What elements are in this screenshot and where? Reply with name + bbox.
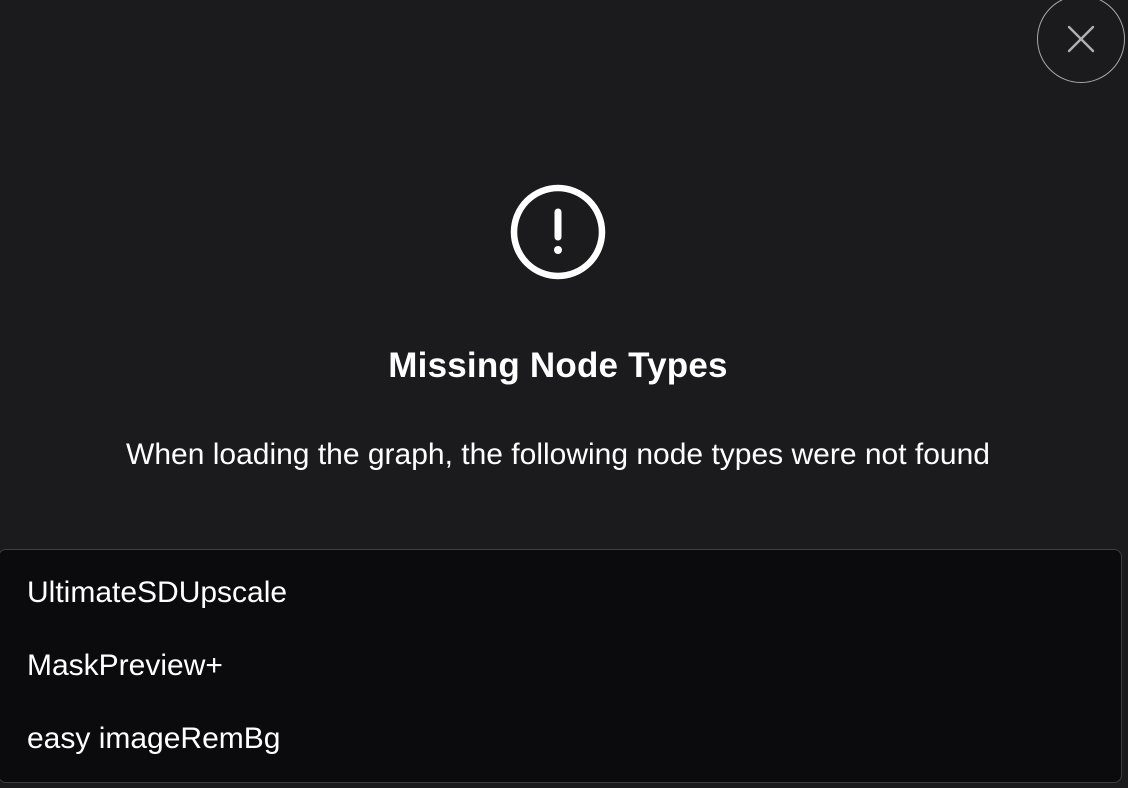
missing-nodes-dialog: Missing Node Types When loading the grap…: [0, 0, 1128, 788]
close-icon: [1067, 25, 1095, 53]
list-item: MaskPreview+: [27, 649, 223, 682]
dialog-message: When loading the graph, the following no…: [126, 438, 990, 471]
missing-node-list: UltimateSDUpscale MaskPreview+ easy imag…: [0, 549, 1122, 783]
dialog-title: Missing Node Types: [388, 346, 728, 385]
list-item: easy imageRemBg: [27, 722, 281, 755]
close-button[interactable]: [1037, 0, 1125, 83]
exclamation-circle-icon: [510, 184, 606, 280]
list-item: UltimateSDUpscale: [27, 576, 288, 609]
